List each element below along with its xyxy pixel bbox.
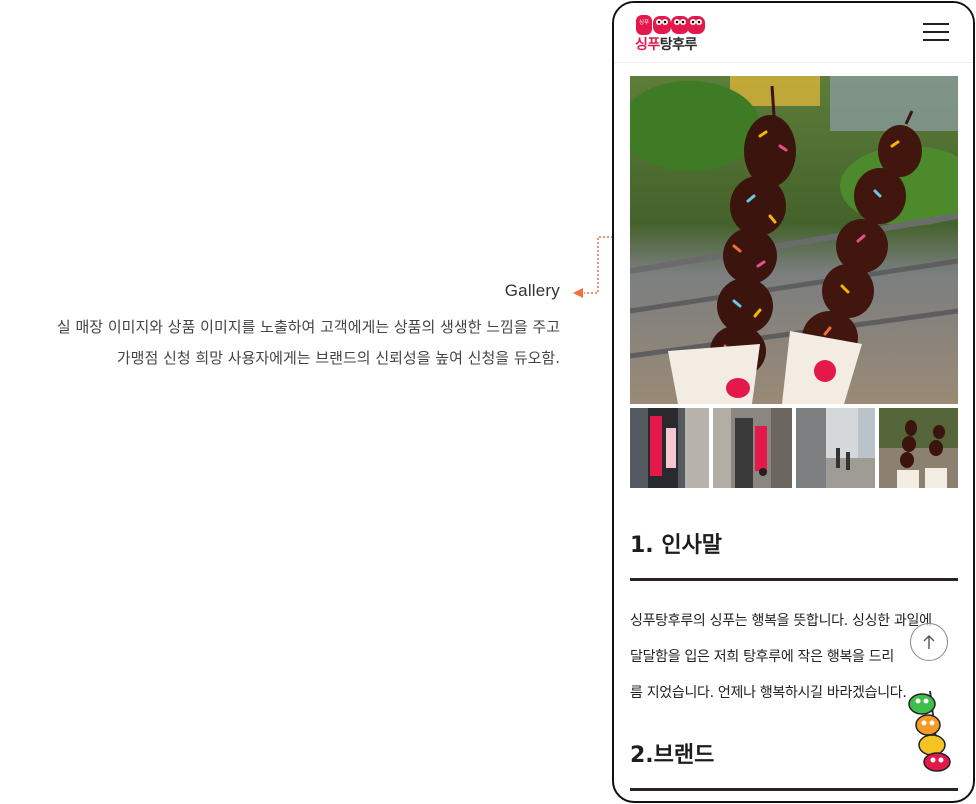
arrow-up-icon	[923, 635, 935, 649]
greeting-line-1: 싱푸탕후루의 싱푸는 행복을 뜻합니다. 싱싱한 과일에	[630, 613, 932, 629]
section-divider	[630, 578, 958, 581]
gallery-thumbnails	[630, 408, 958, 488]
tanghulu-mascot-icon[interactable]	[904, 687, 954, 773]
brand-logo-text: 싱푸탕후루	[635, 37, 697, 53]
phone-frame: 싱푸 싱푸탕후루 1. 인사말 싱푸탕후루의 싱푸는 행복을 뜻합니다. 싱싱한…	[612, 1, 975, 803]
connector-arrow-icon	[573, 288, 583, 298]
scroll-to-top-button[interactable]	[910, 623, 948, 661]
gallery-thumbnail[interactable]	[713, 408, 792, 488]
gallery-thumbnail[interactable]	[796, 408, 875, 488]
gallery-main-image	[630, 76, 958, 404]
site-header: 싱푸 싱푸탕후루	[614, 3, 973, 63]
svg-text:싱푸: 싱푸	[639, 18, 649, 26]
gallery-thumbnail[interactable]	[630, 408, 709, 488]
hamburger-menu-icon[interactable]	[923, 23, 949, 43]
gallery-thumbnail[interactable]	[879, 408, 958, 488]
section-title-brand: 2.브랜드	[630, 743, 715, 768]
section-title-greeting: 1. 인사말	[630, 533, 723, 558]
section-divider	[630, 788, 958, 791]
